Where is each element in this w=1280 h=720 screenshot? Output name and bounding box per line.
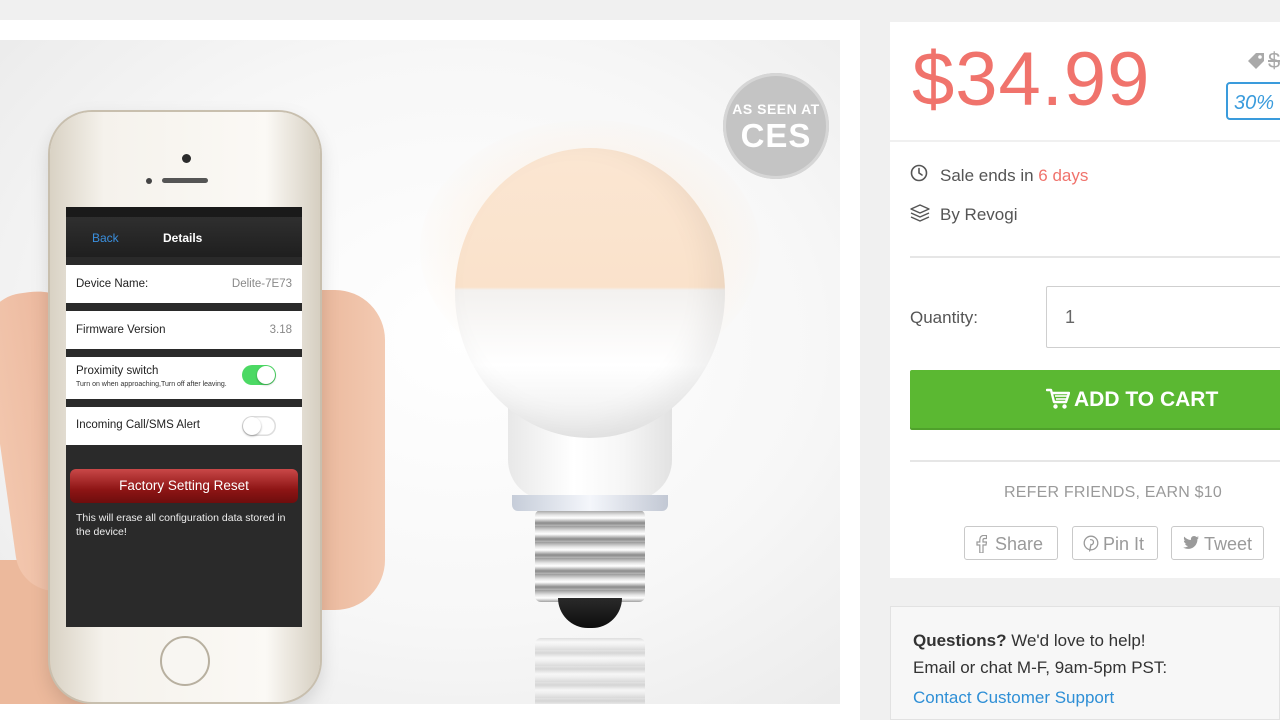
price-card: $34.99 $ 30%	[890, 22, 1280, 140]
product-image-panel: AS SEEN AT CES Back Details Device Name:…	[0, 20, 860, 720]
phone-home-button	[160, 636, 210, 686]
help-question-bold: Questions?	[913, 631, 1007, 650]
factory-reset-button: Factory Setting Reset	[70, 469, 298, 503]
app-row-firmware: Firmware Version 3.18	[66, 311, 302, 349]
call-alert-label: Incoming Call/SMS Alert	[76, 419, 200, 431]
factory-reset-note: This will erase all configuration data s…	[76, 512, 286, 538]
divider	[910, 256, 1280, 258]
vendor-name: By Revogi	[940, 205, 1018, 224]
ces-badge: AS SEEN AT CES	[723, 73, 829, 179]
app-row-proximity: Proximity switch Turn on when approachin…	[66, 357, 302, 399]
toggle-knob	[257, 366, 275, 384]
firmware-value: 3.18	[269, 324, 292, 336]
phone-sensor	[146, 178, 152, 184]
phone-camera	[182, 154, 191, 163]
clock-icon	[910, 164, 928, 182]
sale-ends-text: Sale ends in 6 days	[940, 166, 1088, 186]
proximity-sublabel: Turn on when approaching,Turn off after …	[76, 381, 227, 388]
app-nav-title: Details	[163, 231, 203, 245]
twitter-tweet-label: Tweet	[1204, 534, 1253, 554]
help-question-rest: We'd love to help!	[1006, 631, 1146, 650]
facebook-share-button[interactable]: Share	[964, 526, 1058, 560]
sale-ends-days: 6 days	[1038, 166, 1089, 185]
phone-speaker	[162, 178, 208, 183]
product-photo[interactable]: AS SEEN AT CES Back Details Device Name:…	[0, 40, 840, 704]
original-price: $	[1268, 48, 1280, 73]
ces-badge-line2: CES	[740, 117, 812, 154]
app-row-call-alert: Incoming Call/SMS Alert	[66, 407, 302, 445]
help-question: Questions? We'd love to help!	[913, 631, 1146, 651]
pinterest-pin-label: Pin It	[1103, 534, 1145, 554]
contact-support-link[interactable]: Contact Customer Support	[913, 688, 1114, 708]
phone-status-bar	[66, 207, 302, 217]
proximity-label: Proximity switch	[76, 365, 159, 377]
bulb-contact-tip	[558, 598, 622, 628]
toggle-knob	[243, 417, 261, 435]
firmware-label: Firmware Version	[76, 324, 166, 336]
purchase-details-card: Sale ends in 6 days By Revogi Quantity: …	[890, 142, 1280, 578]
refer-friends-text: REFER FRIENDS, EARN $10	[1004, 484, 1222, 501]
device-name-value: Delite-7E73	[231, 278, 292, 290]
app-row-device-name: Device Name: Delite-7E73	[66, 265, 302, 303]
layers-icon	[910, 204, 930, 222]
twitter-tweet-button[interactable]: Tweet	[1171, 526, 1264, 560]
price-tag-icon	[1248, 53, 1264, 69]
bulb-screw-base	[535, 510, 645, 602]
sale-ends-prefix: Sale ends in	[940, 166, 1039, 185]
divider	[910, 460, 1280, 462]
device-name-label: Device Name:	[76, 278, 149, 290]
ces-badge-line1: AS SEEN AT	[732, 101, 820, 117]
facebook-share-label: Share	[995, 534, 1044, 554]
bulb-reflection	[535, 638, 645, 704]
help-card: Questions? We'd love to help! Email or c…	[890, 606, 1280, 720]
pinterest-icon	[1083, 535, 1099, 552]
sale-price: $34.99	[912, 37, 1151, 122]
help-hours: Email or chat M-F, 9am-5pm PST:	[913, 658, 1168, 677]
discount-badge: 30%	[1226, 82, 1280, 120]
app-back-button: Back	[92, 231, 119, 245]
bulb-globe	[455, 148, 725, 438]
smartphone: Back Details Device Name: Delite-7E73 Fi…	[50, 112, 320, 702]
proximity-toggle	[242, 365, 276, 385]
call-alert-toggle	[242, 416, 276, 436]
quantity-input[interactable]	[1046, 286, 1280, 348]
bulb-collar	[512, 495, 668, 511]
app-nav-bar: Back Details	[66, 217, 302, 257]
twitter-icon	[1183, 536, 1199, 549]
pinterest-pin-button[interactable]: Pin It	[1072, 526, 1158, 560]
facebook-icon	[976, 535, 987, 553]
add-to-cart-label: ADD TO CART	[1074, 388, 1219, 411]
add-to-cart-button[interactable]: ADD TO CART	[910, 370, 1280, 430]
cart-icon	[1046, 388, 1070, 409]
phone-screen: Back Details Device Name: Delite-7E73 Fi…	[66, 207, 302, 627]
quantity-label: Quantity:	[910, 308, 979, 327]
